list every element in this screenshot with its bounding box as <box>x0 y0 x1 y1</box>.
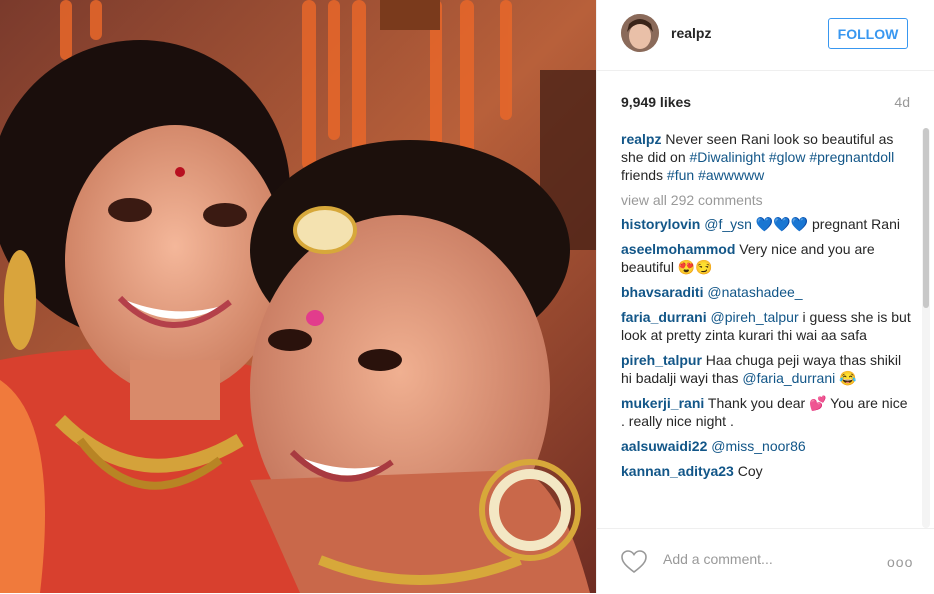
comments-scrollbar[interactable] <box>922 128 930 528</box>
comment-item: mukerji_rani Thank you dear 💕 You are ni… <box>621 394 914 430</box>
hashtag-link[interactable]: #pregnantdoll <box>809 149 894 165</box>
comment-username[interactable]: mukerji_rani <box>621 395 704 411</box>
emoji: 😂 <box>839 370 857 386</box>
mention-link[interactable]: @f_ysn <box>704 216 752 232</box>
avatar[interactable] <box>621 14 659 52</box>
mention-link[interactable]: @natashadee_ <box>707 284 802 300</box>
follow-button[interactable]: FOLLOW <box>828 18 908 49</box>
post-side-panel: realpz FOLLOW 9,949 likes 4d realpz Neve… <box>596 0 934 593</box>
comment-item: faria_durrani @pireh_talpur i guess she … <box>621 308 914 344</box>
more-options-icon[interactable]: ooo <box>887 554 913 570</box>
caption-text-2: friends <box>621 167 667 183</box>
hashtag-link[interactable]: #awwwww <box>698 167 764 183</box>
photo-illustration <box>0 0 596 593</box>
emoji: 💕 <box>809 395 827 411</box>
likes-count[interactable]: 9,949 likes <box>621 94 691 110</box>
mention-link[interactable]: @faria_durrani <box>742 370 835 386</box>
hashtag-link[interactable]: #glow <box>769 149 806 165</box>
comment-username[interactable]: historylovin <box>621 216 700 232</box>
post-footer: ooo <box>597 528 934 594</box>
post-time: 4d <box>894 94 910 110</box>
comment-item: kannan_aditya23 Coy <box>621 462 914 480</box>
comment-item: bhavsaraditi @natashadee_ <box>621 283 914 301</box>
comment-text: Coy <box>737 463 763 479</box>
heart-outline-icon[interactable] <box>621 550 647 574</box>
username-link[interactable]: realpz <box>671 25 711 41</box>
emoji: 💙💙💙 <box>755 216 809 232</box>
post-meta: 9,949 likes 4d <box>621 94 910 112</box>
comment-username[interactable]: kannan_aditya23 <box>621 463 734 479</box>
comment-username[interactable]: aseelmohammod <box>621 241 735 257</box>
comment-username[interactable]: faria_durrani <box>621 309 707 325</box>
comment-item: aalsuwaidi22 @miss_noor86 <box>621 437 914 455</box>
caption: realpz Never seen Rani look so beautiful… <box>621 130 914 184</box>
comment-item: historylovin @f_ysn 💙💙💙 pregnant Rani <box>621 215 914 233</box>
comment-text: pregnant Rani <box>812 216 900 232</box>
mention-link[interactable]: @pireh_talpur <box>710 309 798 325</box>
post-header: realpz FOLLOW <box>597 0 934 71</box>
post-photo[interactable] <box>0 0 596 593</box>
comment-item: aseelmohammod Very nice and you are beau… <box>621 240 914 276</box>
mention-link[interactable]: @miss_noor86 <box>711 438 805 454</box>
comment-text: Thank you dear <box>707 395 806 411</box>
comment-username[interactable]: pireh_talpur <box>621 352 702 368</box>
avatar-image <box>621 14 659 52</box>
comment-item: pireh_talpur Haa chuga peji waya thas sh… <box>621 351 914 387</box>
hashtag-link[interactable]: #fun <box>667 167 694 183</box>
caption-username[interactable]: realpz <box>621 131 661 147</box>
comment-username[interactable]: bhavsaraditi <box>621 284 703 300</box>
comment-username[interactable]: aalsuwaidi22 <box>621 438 707 454</box>
scrollbar-thumb[interactable] <box>923 128 929 308</box>
add-comment-input[interactable] <box>661 550 865 568</box>
view-all-comments-link[interactable]: view all 292 comments <box>621 191 914 209</box>
hashtag-link[interactable]: #Diwalinight <box>690 149 765 165</box>
emoji: 😍😏 <box>677 259 713 275</box>
comments-list[interactable]: realpz Never seen Rani look so beautiful… <box>621 130 914 525</box>
